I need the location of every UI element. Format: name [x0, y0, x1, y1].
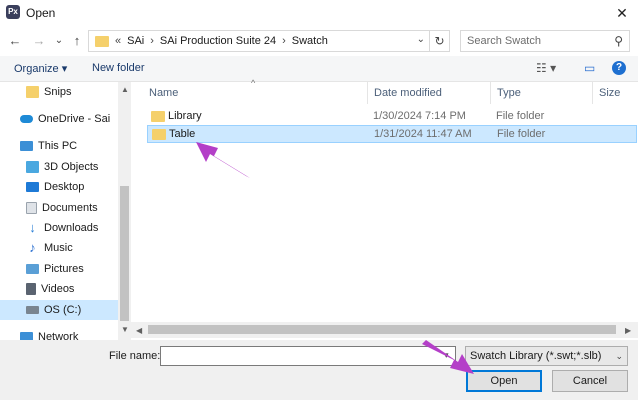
address-overflow[interactable]: «: [115, 35, 121, 47]
command-toolbar: Organize ▾ New folder ☷ ▾ ▭ ?: [0, 56, 638, 82]
address-bar[interactable]: « SAi › SAi Production Suite 24 › Swatch…: [88, 30, 450, 52]
sidebar-item-desktop[interactable]: Desktop: [0, 177, 118, 197]
network-icon: [20, 332, 33, 340]
videos-icon: [26, 283, 36, 295]
sidebar-item-label: OneDrive - Sai: [38, 113, 111, 125]
music-icon: ♪: [29, 240, 36, 255]
sidebar-item-label: Downloads: [44, 222, 99, 234]
folder-icon: [151, 111, 165, 122]
pictures-icon: [26, 264, 39, 274]
breadcrumb-sai[interactable]: SAi: [127, 35, 144, 47]
open-button[interactable]: Open: [466, 370, 542, 392]
sidebar-item-label: Snips: [44, 86, 72, 98]
file-name-input[interactable]: [160, 346, 456, 366]
folder-icon: [95, 35, 109, 47]
navigation-pane: Snips OneDrive - Sai This PC 3D Objects …: [0, 82, 131, 340]
title-bar: Px Open ✕: [0, 0, 638, 26]
cube-icon: [26, 161, 39, 173]
sidebar-item-os-c[interactable]: OS (C:): [0, 300, 118, 320]
sidebar-item-onedrive[interactable]: OneDrive - Sai: [0, 109, 118, 129]
breadcrumb-separator: ›: [150, 35, 154, 47]
app-icon: Px: [6, 5, 20, 19]
forward-arrow-icon[interactable]: →: [30, 32, 48, 50]
scroll-right-icon[interactable]: ▶: [625, 326, 631, 335]
breadcrumb-production-suite[interactable]: SAi Production Suite 24: [160, 35, 276, 47]
column-header-type[interactable]: Type: [491, 82, 593, 104]
filter-value: Swatch Library (*.swt;*.slb): [470, 350, 602, 362]
window-title: Open: [26, 6, 56, 20]
column-header-name[interactable]: Name: [143, 82, 368, 104]
documents-icon: [26, 202, 37, 214]
column-header-size[interactable]: Size: [593, 82, 638, 104]
sidebar-item-pictures[interactable]: Pictures: [0, 259, 118, 279]
file-type: File folder: [497, 128, 546, 140]
file-name: Table: [169, 128, 196, 140]
file-type-filter[interactable]: Swatch Library (*.swt;*.slb) ⌄: [465, 346, 628, 366]
downloads-icon: ↓: [29, 220, 36, 235]
file-name: Library: [168, 110, 202, 122]
sidebar-item-label: 3D Objects: [44, 161, 99, 173]
search-placeholder: Search Swatch: [467, 35, 541, 47]
file-list: ^ Name Date modified Type Size Library 1…: [131, 78, 638, 340]
scroll-down-icon[interactable]: ▼: [121, 325, 129, 334]
breadcrumb-swatch[interactable]: Swatch: [292, 35, 328, 47]
sidebar-item-label: Music: [44, 242, 73, 254]
recent-dropdown-icon[interactable]: ⌄: [50, 32, 68, 50]
breadcrumb-separator: ›: [282, 35, 286, 47]
address-dropdown-icon[interactable]: ⌄: [417, 34, 425, 45]
horizontal-scroll-thumb[interactable]: [148, 325, 616, 334]
navigation-bar: ← → ⌄ ↑ « SAi › SAi Production Suite 24 …: [0, 28, 638, 54]
refresh-icon[interactable]: ↻: [429, 31, 449, 51]
cloud-icon: [20, 115, 33, 123]
horizontal-scrollbar[interactable]: ◀ ▶: [131, 322, 638, 338]
up-arrow-icon[interactable]: ↑: [68, 32, 86, 50]
file-type: File folder: [496, 110, 545, 122]
search-input[interactable]: Search Swatch ⚲: [460, 30, 630, 52]
sidebar-item-label: Network: [38, 331, 79, 340]
sidebar-item-label: Pictures: [44, 263, 84, 275]
sidebar-item-label: This PC: [38, 140, 78, 152]
folder-icon: [26, 86, 39, 98]
sidebar-item-videos[interactable]: Videos: [0, 279, 118, 299]
chevron-down-icon: ⌄: [615, 351, 623, 361]
new-folder-button[interactable]: New folder: [92, 62, 145, 74]
folder-icon: [152, 129, 166, 140]
sidebar-item-downloads[interactable]: ↓ Downloads: [0, 218, 118, 238]
sidebar-scrollbar[interactable]: ▲ ▼: [118, 82, 131, 340]
column-header-date[interactable]: Date modified: [368, 82, 491, 104]
back-arrow-icon[interactable]: ←: [6, 32, 24, 50]
file-name-label: File name:: [109, 350, 161, 362]
file-row-library[interactable]: Library 1/30/2024 7:14 PM File folder: [147, 108, 637, 126]
view-options-icon[interactable]: ☷ ▾: [536, 61, 556, 75]
dialog-footer: File name: ▾ Swatch Library (*.swt;*.slb…: [0, 340, 638, 400]
scroll-up-icon[interactable]: ▲: [121, 85, 129, 94]
sidebar-item-label: OS (C:): [44, 304, 82, 316]
sidebar-item-label: Videos: [41, 283, 75, 295]
sidebar-scroll-thumb[interactable]: [120, 186, 129, 321]
sidebar-item-network[interactable]: Network: [0, 327, 118, 340]
search-icon[interactable]: ⚲: [614, 34, 623, 48]
drive-icon: [26, 306, 39, 314]
sidebar-item-label: Desktop: [44, 181, 85, 193]
preview-pane-icon[interactable]: ▭: [584, 61, 595, 75]
sidebar-item-music[interactable]: ♪ Music: [0, 238, 118, 258]
help-icon[interactable]: ?: [612, 61, 626, 75]
sidebar-item-documents[interactable]: Documents: [0, 198, 118, 218]
file-date: 1/30/2024 7:14 PM: [373, 110, 466, 122]
file-row-table[interactable]: Table 1/31/2024 11:47 AM File folder: [147, 125, 637, 143]
file-date: 1/31/2024 11:47 AM: [374, 128, 472, 140]
desktop-icon: [26, 182, 39, 192]
scroll-left-icon[interactable]: ◀: [136, 326, 142, 335]
computer-icon: [20, 141, 33, 151]
sidebar-item-snips[interactable]: Snips: [0, 82, 118, 102]
sidebar-item-this-pc[interactable]: This PC: [0, 136, 118, 156]
close-button[interactable]: ✕: [606, 0, 638, 26]
cancel-button[interactable]: Cancel: [552, 370, 628, 392]
sidebar-item-label: Documents: [42, 202, 98, 214]
organize-button[interactable]: Organize ▾: [14, 62, 67, 75]
sidebar-item-3d-objects[interactable]: 3D Objects: [0, 157, 118, 177]
file-name-dropdown-icon[interactable]: ▾: [444, 350, 449, 361]
